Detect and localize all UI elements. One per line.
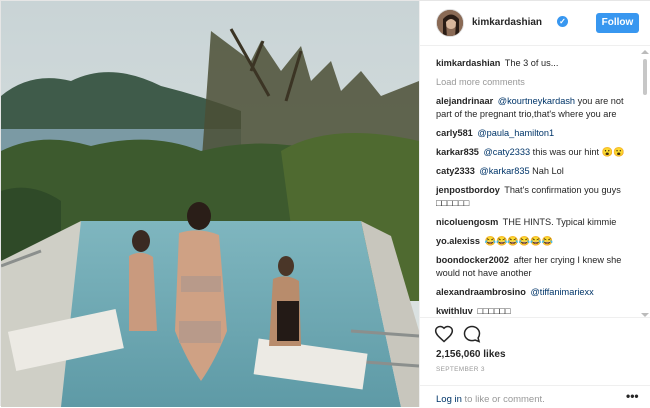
comment-text: this was our hint 😮😮 <box>532 147 625 157</box>
comment-username[interactable]: alexandraambrosino <box>436 287 526 297</box>
speech-bubble-icon[interactable] <box>462 324 482 344</box>
comment-item: kwithluv □□□□□□ <box>436 305 636 317</box>
avatar-image <box>437 10 463 36</box>
comment-username[interactable]: carly581 <box>436 128 473 138</box>
comment-item: carly581 @paula_hamilton1 <box>436 127 636 140</box>
login-prompt: Log in to like or comment. ••• <box>420 385 650 408</box>
heart-outline-icon[interactable] <box>434 324 454 344</box>
follow-button[interactable]: Follow <box>596 13 639 33</box>
comments-list: kimkardashian The 3 of us... Load more c… <box>420 47 650 317</box>
caption-text: The 3 of us... <box>504 58 559 68</box>
comment-text: □□□□□□ <box>477 306 511 316</box>
comment-mention[interactable]: @karkar835 <box>479 166 529 176</box>
more-options-icon[interactable]: ••• <box>626 390 640 402</box>
like-count[interactable]: 2,156,060 likes <box>436 349 506 360</box>
comment-item: yo.alexiss 😂😂😂😂😂😂 <box>436 235 636 248</box>
caption: kimkardashian The 3 of us... <box>436 57 636 70</box>
comment-username[interactable]: caty2333 <box>436 166 475 176</box>
post-actions: 2,156,060 likes SEPTEMBER 3 Log in to li… <box>420 317 650 407</box>
caption-username[interactable]: kimkardashian <box>436 58 500 68</box>
comment-username[interactable]: karkar835 <box>436 147 479 157</box>
comment-mention[interactable]: @tiffanimariexx <box>530 287 593 297</box>
header-username[interactable]: kimkardashian <box>472 17 542 28</box>
login-link[interactable]: Log in <box>436 394 462 405</box>
comment-item: alejandrinaar @kourtneykardash you are n… <box>436 95 636 121</box>
comment-item: karkar835 @caty2333 this was our hint 😮😮 <box>436 146 636 159</box>
comment-username[interactable]: kwithluv <box>436 306 473 316</box>
photo-illustration <box>1 1 419 407</box>
comment-item: nicoluengosm THE HINTS. Typical kimmie <box>436 216 636 229</box>
comment-item: jenpostbordoy That's confirmation you gu… <box>436 184 636 210</box>
comment-item: caty2333 @karkar835 Nah Lol <box>436 165 636 178</box>
comment-text: Nah Lol <box>532 166 564 176</box>
comment-username[interactable]: jenpostbordoy <box>436 185 500 195</box>
instagram-post: kimkardashian ✓ Follow kimkardashian The… <box>0 0 650 407</box>
comment-text: 😂😂😂😂😂😂 <box>484 236 554 246</box>
login-suffix: to like or comment. <box>461 394 545 405</box>
verified-badge-icon: ✓ <box>557 16 568 27</box>
comment-item: boondocker2002 after her crying I knew s… <box>436 254 636 280</box>
login-text: Log in to like or comment. <box>436 394 545 405</box>
comment-text: THE HINTS. Typical kimmie <box>502 217 617 227</box>
comment-username[interactable]: alejandrinaar <box>436 96 493 106</box>
load-more-comments-link[interactable]: Load more comments <box>436 76 636 89</box>
comment-mention[interactable]: @caty2333 <box>483 147 530 157</box>
comment-username[interactable]: yo.alexiss <box>436 236 480 246</box>
post-header: kimkardashian ✓ Follow <box>420 1 650 46</box>
post-photo[interactable] <box>1 1 419 407</box>
comment-mention[interactable]: @kourtneykardash <box>498 96 575 106</box>
comment-username[interactable]: boondocker2002 <box>436 255 509 265</box>
profile-avatar[interactable] <box>436 9 464 37</box>
comment-mention[interactable]: @paula_hamilton1 <box>477 128 554 138</box>
post-date: SEPTEMBER 3 <box>436 366 485 373</box>
comment-item: alexandraambrosino @tiffanimariexx <box>436 286 636 299</box>
comment-username[interactable]: nicoluengosm <box>436 217 498 227</box>
post-sidebar: kimkardashian ✓ Follow kimkardashian The… <box>419 1 650 407</box>
